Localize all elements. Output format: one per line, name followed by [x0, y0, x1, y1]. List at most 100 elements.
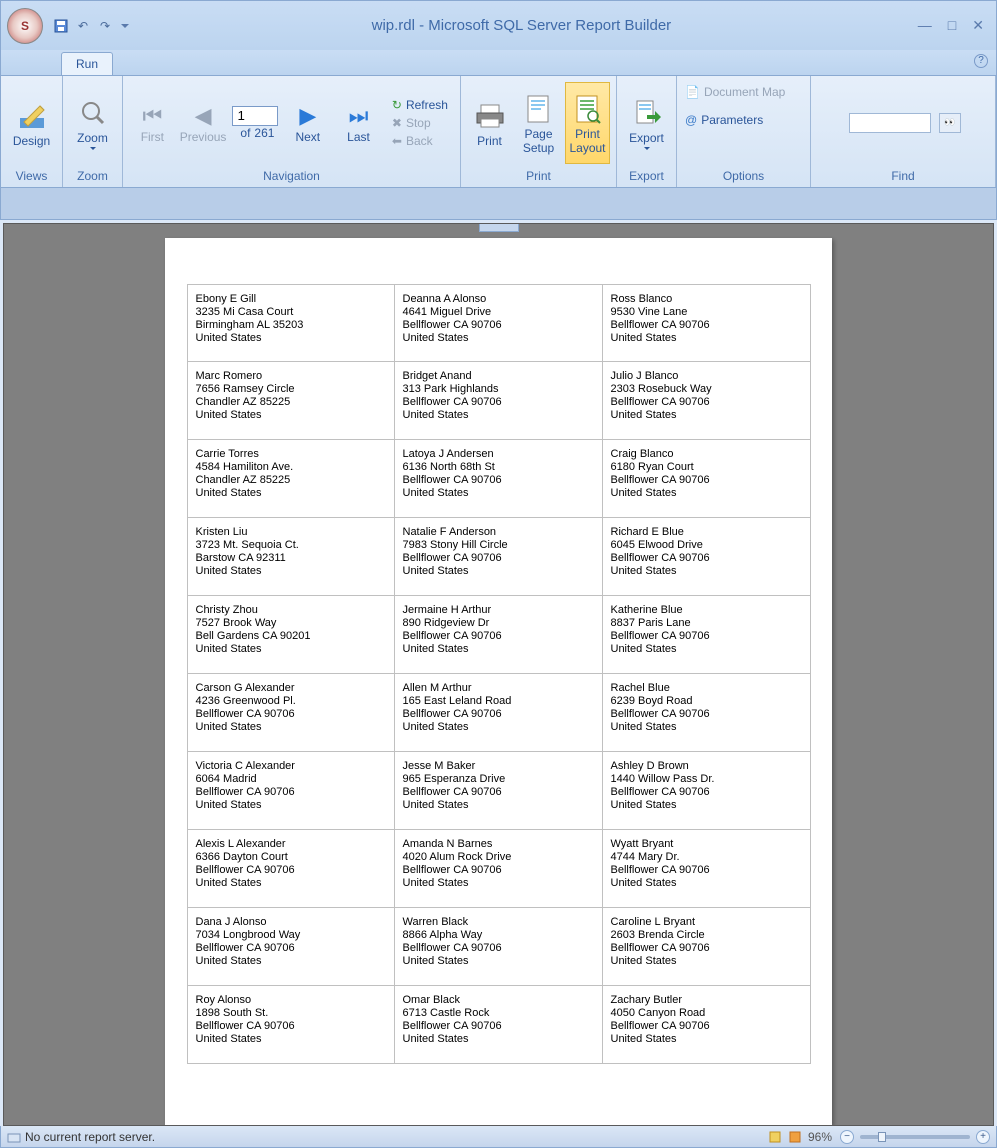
qat-dropdown-icon[interactable]: [121, 24, 129, 28]
zoom-control: − +: [840, 1130, 990, 1144]
find-input[interactable]: [849, 113, 931, 133]
status-icon-2[interactable]: [788, 1130, 802, 1144]
zoom-slider[interactable]: [860, 1135, 970, 1139]
close-button[interactable]: ✕: [968, 15, 988, 36]
address-label: Jermaine H Arthur890 Ridgeview DrBellflo…: [395, 596, 603, 674]
parameters-icon: @: [685, 113, 697, 127]
label-column: Ebony E Gill3235 Mi Casa CourtBirmingham…: [187, 284, 395, 1064]
print-layout-button[interactable]: Print Layout: [565, 82, 610, 164]
page-number-group: of261: [230, 106, 280, 140]
refresh-icon: ↻: [392, 98, 402, 112]
export-button[interactable]: Export: [623, 82, 670, 164]
redo-icon[interactable]: ↷: [97, 18, 113, 34]
design-button[interactable]: Design: [7, 82, 56, 164]
status-bar: No current report server. 96% − +: [0, 1126, 997, 1148]
address-label: Richard E Blue6045 Elwood DriveBellflowe…: [603, 518, 811, 596]
report-page: Ebony E Gill3235 Mi Casa CourtBirmingham…: [165, 238, 832, 1125]
address-label: Roy Alonso1898 South St.Bellflower CA 90…: [187, 986, 395, 1064]
address-label: Carrie Torres4584 Hamiliton Ave.Chandler…: [187, 440, 395, 518]
address-label: Natalie F Anderson7983 Stony Hill Circle…: [395, 518, 603, 596]
navigation-group-label: Navigation: [123, 169, 460, 187]
last-icon: ⏭: [349, 102, 369, 130]
address-label: Bridget Anand313 Park HighlandsBellflowe…: [395, 362, 603, 440]
address-label: Ashley D Brown1440 Willow Pass Dr.Bellfl…: [603, 752, 811, 830]
zoom-button[interactable]: Zoom: [69, 82, 116, 164]
ribbon-tabs: Run ?: [0, 50, 997, 76]
page-setup-icon: [526, 91, 552, 127]
ribbon: Design Views Zoom Zoom ⏮First ◀Previous …: [0, 76, 997, 188]
address-label: Warren Black8866 Alpha WayBellflower CA …: [395, 908, 603, 986]
last-page-button[interactable]: ⏭Last: [335, 102, 382, 144]
next-page-button[interactable]: ▶Next: [284, 102, 331, 144]
zoom-out-button[interactable]: −: [840, 1130, 854, 1144]
address-label: Omar Black6713 Castle RockBellflower CA …: [395, 986, 603, 1064]
stop-button: ✖Stop: [390, 115, 450, 131]
zoom-group-label: Zoom: [63, 169, 122, 187]
address-label: Wyatt Bryant4744 Mary Dr.Bellflower CA 9…: [603, 830, 811, 908]
print-button[interactable]: Print: [467, 82, 512, 164]
address-label: Allen M Arthur165 East Leland RoadBellfl…: [395, 674, 603, 752]
chevron-down-icon: [644, 147, 650, 150]
zoom-thumb[interactable]: [878, 1132, 886, 1142]
address-label: Ross Blanco9530 Vine LaneBellflower CA 9…: [603, 284, 811, 362]
undo-icon[interactable]: ↶: [75, 18, 91, 34]
status-icon-1[interactable]: [768, 1130, 782, 1144]
back-icon: ⬅: [392, 134, 402, 148]
binoculars-icon: 👀: [944, 117, 955, 127]
report-viewer[interactable]: Ebony E Gill3235 Mi Casa CourtBirmingham…: [3, 223, 994, 1126]
zoom-icon: [79, 95, 107, 131]
status-text: No current report server.: [25, 1130, 155, 1144]
address-label: Julio J Blanco2303 Rosebuck WayBellflowe…: [603, 362, 811, 440]
app-menu-orb[interactable]: S: [7, 8, 43, 44]
address-label: Katherine Blue8837 Paris LaneBellflower …: [603, 596, 811, 674]
window-title: wip.rdl - Microsoft SQL Server Report Bu…: [129, 17, 914, 34]
previous-page-button: ◀Previous: [180, 102, 227, 144]
zoom-in-button[interactable]: +: [976, 1130, 990, 1144]
help-icon[interactable]: ?: [974, 54, 988, 68]
quick-access-toolbar: ↶ ↷: [53, 18, 129, 34]
label-column: Deanna A Alonso4641 Miguel DriveBellflow…: [395, 284, 603, 1064]
window-controls: — □ ✕: [914, 15, 988, 36]
zoom-level: 96%: [808, 1130, 832, 1144]
address-label: Caroline L Bryant2603 Brenda CircleBellf…: [603, 908, 811, 986]
find-button[interactable]: 👀: [939, 113, 961, 133]
address-label: Amanda N Barnes4020 Alum Rock DriveBellf…: [395, 830, 603, 908]
panel-gripper[interactable]: [479, 224, 519, 232]
viewer-toolbar-strip: [0, 188, 997, 220]
address-label: Kristen Liu3723 Mt. Sequoia Ct.Barstow C…: [187, 518, 395, 596]
minimize-button[interactable]: —: [914, 15, 936, 36]
address-label: Carson G Alexander4236 Greenwood Pl.Bell…: [187, 674, 395, 752]
parameters-button[interactable]: @Parameters: [683, 112, 765, 128]
document-map-icon: 📄: [685, 85, 700, 99]
export-group-label: Export: [617, 169, 676, 187]
document-map-button: 📄Document Map: [683, 84, 787, 100]
tab-run[interactable]: Run: [61, 52, 113, 75]
current-page-input[interactable]: [232, 106, 278, 126]
save-icon[interactable]: [53, 18, 69, 34]
print-layout-icon: [575, 91, 601, 127]
next-icon: ▶: [299, 102, 316, 130]
back-button: ⬅Back: [390, 133, 450, 149]
stop-icon: ✖: [392, 116, 402, 130]
address-label: Latoya J Andersen6136 North 68th StBellf…: [395, 440, 603, 518]
title-bar: S ↶ ↷ wip.rdl - Microsoft SQL Server Rep…: [0, 0, 997, 50]
print-icon: [475, 98, 505, 134]
refresh-button[interactable]: ↻Refresh: [390, 97, 450, 113]
maximize-button[interactable]: □: [944, 15, 960, 36]
address-label: Dana J Alonso7034 Longbrood WayBellflowe…: [187, 908, 395, 986]
address-label: Jesse M Baker965 Esperanza DriveBellflow…: [395, 752, 603, 830]
options-group-label: Options: [677, 169, 810, 187]
print-group-label: Print: [461, 169, 616, 187]
address-label: Marc Romero7656 Ramsey CircleChandler AZ…: [187, 362, 395, 440]
address-label: Ebony E Gill3235 Mi Casa CourtBirmingham…: [187, 284, 395, 362]
design-icon: [16, 98, 48, 134]
address-label: Deanna A Alonso4641 Miguel DriveBellflow…: [395, 284, 603, 362]
address-label: Zachary Butler4050 Canyon RoadBellflower…: [603, 986, 811, 1064]
address-label: Christy Zhou7527 Brook WayBell Gardens C…: [187, 596, 395, 674]
address-label: Victoria C Alexander6064 MadridBellflowe…: [187, 752, 395, 830]
page-setup-button[interactable]: Page Setup: [516, 82, 561, 164]
views-group-label: Views: [1, 169, 62, 187]
address-label: Rachel Blue6239 Boyd RoadBellflower CA 9…: [603, 674, 811, 752]
server-status-icon: [7, 1130, 21, 1144]
address-label: Craig Blanco6180 Ryan CourtBellflower CA…: [603, 440, 811, 518]
